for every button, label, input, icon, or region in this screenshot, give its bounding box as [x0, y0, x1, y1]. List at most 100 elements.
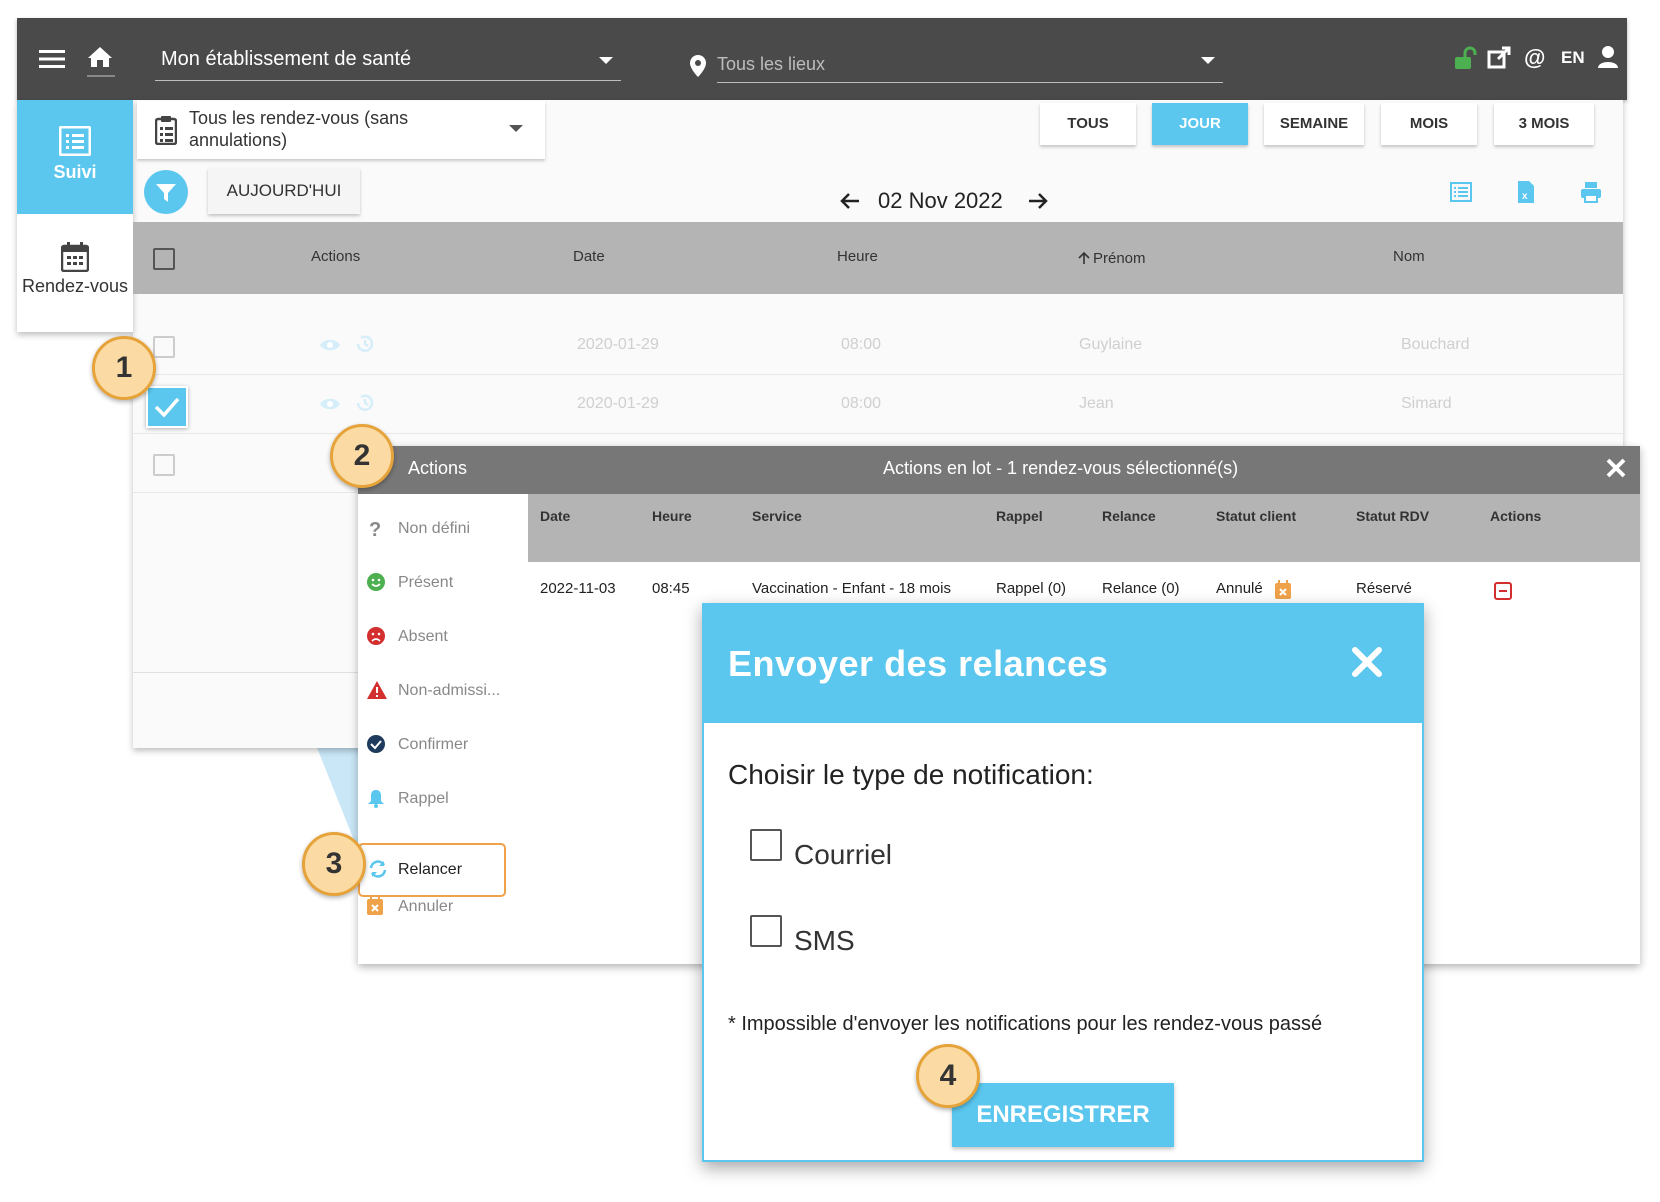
list-view-icon[interactable]: [1450, 182, 1472, 202]
calendar-icon: [61, 242, 89, 272]
column-header-prenom[interactable]: Prénom: [1093, 250, 1146, 267]
modal-note: * Impossible d'envoyer les notifications…: [728, 1013, 1323, 1035]
eye-icon[interactable]: [319, 338, 341, 352]
callout-badge: 2: [330, 424, 394, 488]
close-icon[interactable]: [1604, 456, 1628, 480]
warning-icon: [366, 680, 388, 700]
view-button-tous[interactable]: TOUS: [1040, 103, 1136, 145]
bell-icon: [366, 788, 386, 808]
menu-item-label: Confirmer: [398, 736, 469, 753]
appointment-filter-select[interactable]: Tous les rendez-vous (sans annulations): [137, 101, 545, 159]
batch-actions-label: Actions: [408, 458, 468, 478]
print-icon[interactable]: [1580, 181, 1602, 203]
establishment-select[interactable]: Mon établissement de santé: [155, 42, 621, 81]
table-row[interactable]: 2020-01-29 08:00 Guylaine Bouchard: [133, 316, 1623, 375]
column-header-relance: Relance: [1102, 508, 1156, 524]
column-header-actions[interactable]: Actions: [311, 248, 360, 265]
chevron-down-icon: [1201, 57, 1215, 64]
cell-heure: 08:45: [652, 580, 690, 597]
sort-arrow-up-icon: [1078, 251, 1090, 265]
column-header-nom[interactable]: Nom: [1393, 248, 1425, 265]
appointments-table-header: Actions Date Heure Prénom Nom: [133, 222, 1623, 294]
courriel-checkbox[interactable]: [750, 829, 782, 861]
chevron-down-icon: [509, 125, 523, 132]
selected-row-checkbox[interactable]: [146, 386, 188, 428]
view-button-semaine[interactable]: SEMAINE: [1264, 103, 1364, 145]
send-reminders-modal: Envoyer des relances Choisir le type de …: [702, 603, 1424, 1162]
unlock-icon[interactable]: [1453, 46, 1477, 70]
appointment-filter-label: Tous les rendez-vous (sans annulations): [189, 108, 409, 150]
menu-item-label: Rappel: [398, 790, 449, 807]
top-bar: Mon établissement de santé Tous les lieu…: [17, 18, 1627, 100]
language-switch[interactable]: EN: [1561, 48, 1585, 68]
menu-item-label: Présent: [398, 574, 454, 591]
close-icon[interactable]: [1350, 645, 1384, 679]
arrow-right-icon[interactable]: [1028, 192, 1048, 210]
sms-label[interactable]: SMS: [794, 925, 855, 957]
svg-text:x: x: [1522, 191, 1528, 202]
callout-badge: 3: [302, 832, 366, 896]
check-circle-icon: [366, 734, 386, 754]
cell-prenom: Guylaine: [1079, 336, 1143, 353]
location-select[interactable]: Tous les lieux: [717, 48, 1223, 83]
callout-badge: 4: [916, 1044, 980, 1108]
menu-item-label: Annuler: [398, 898, 454, 915]
arrow-left-icon[interactable]: [840, 192, 860, 210]
column-header-date[interactable]: Date: [573, 248, 605, 265]
frown-icon: [366, 626, 386, 646]
remove-icon[interactable]: [1494, 582, 1512, 600]
menu-icon[interactable]: [39, 48, 65, 70]
menu-item-label: Non défini: [398, 520, 471, 537]
sms-checkbox[interactable]: [750, 915, 782, 947]
view-button-mois[interactable]: MOIS: [1381, 103, 1477, 145]
menu-item-relancer[interactable]: Relancer: [358, 843, 506, 897]
location-pin-icon: [689, 54, 707, 78]
smile-icon: [366, 572, 386, 592]
excel-export-icon[interactable]: x: [1517, 180, 1535, 204]
cell-service: Vaccination - Enfant - 18 mois: [752, 580, 951, 597]
batch-table-header: Date Heure Service Rappel Relance Statut…: [528, 494, 1640, 562]
filter-button[interactable]: [144, 170, 188, 214]
chevron-down-icon: [599, 57, 613, 64]
cell-statut-rdv: Réservé: [1356, 580, 1412, 597]
today-button[interactable]: AUJOURD'HUI: [208, 168, 360, 214]
clipboard-icon: [155, 115, 177, 145]
modal-header: Envoyer des relances: [704, 605, 1422, 723]
establishment-label: Mon établissement de santé: [161, 48, 412, 70]
list-icon: [59, 126, 91, 156]
history-icon[interactable]: [355, 393, 375, 413]
history-icon[interactable]: [355, 334, 375, 354]
eye-icon[interactable]: [319, 397, 341, 411]
nav-item-label: Suivi: [53, 162, 97, 182]
cell-date: 2020-01-29: [577, 395, 659, 412]
save-button[interactable]: ENREGISTRER: [952, 1083, 1174, 1147]
cell-heure: 08:00: [841, 336, 882, 353]
refresh-icon: [368, 859, 388, 879]
user-icon[interactable]: [1597, 45, 1619, 69]
row-checkbox[interactable]: [153, 454, 175, 476]
svg-text:?: ?: [369, 519, 381, 540]
email-icon[interactable]: @: [1523, 45, 1547, 69]
left-nav: Suivi Rendez-vous: [17, 100, 133, 332]
cell-date: 2022-11-03: [540, 580, 616, 597]
external-link-icon[interactable]: [1487, 46, 1511, 70]
cell-heure: 08:00: [841, 395, 882, 412]
menu-item-label: Absent: [398, 628, 448, 645]
cell-rappel: Rappel (0): [996, 580, 1067, 597]
home-icon[interactable]: [87, 45, 115, 77]
current-date-label: 02 Nov 2022: [878, 188, 1003, 213]
cell-statut-client: Annulé: [1216, 580, 1263, 597]
courriel-label[interactable]: Courriel: [794, 839, 892, 871]
view-button-3-mois[interactable]: 3 MOIS: [1494, 103, 1594, 145]
cell-prenom: Jean: [1079, 395, 1114, 412]
row-checkbox[interactable]: [153, 336, 175, 358]
nav-item-rendez-vous[interactable]: Rendez-vous: [17, 214, 133, 332]
column-header-date: Date: [540, 508, 571, 524]
nav-item-label: Rendez-vous: [21, 276, 129, 296]
column-header-heure[interactable]: Heure: [837, 248, 878, 265]
select-all-checkbox[interactable]: [153, 248, 175, 270]
batch-actions-title: Actions en lot - 1 rendez-vous sélection…: [883, 458, 1239, 478]
nav-item-suivi[interactable]: Suivi: [17, 100, 133, 214]
view-button-jour[interactable]: JOUR: [1152, 103, 1248, 145]
modal-title: Envoyer des relances: [728, 643, 1109, 684]
